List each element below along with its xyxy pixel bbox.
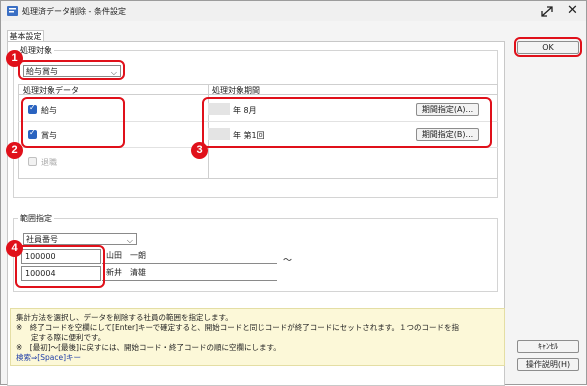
grid-header-data: 処理対象データ <box>23 86 79 95</box>
range-from-name-text: 山田 一朗 <box>106 251 146 260</box>
title-bar: 処理済データ削除 - 条件設定 ✕ <box>1 1 586 21</box>
range-select[interactable]: 社員番号 ⌵ <box>23 233 137 245</box>
retirement-label: 退職 <box>41 158 57 167</box>
help-search-hint: 検索⇒[Space]キー <box>16 353 81 362</box>
range-legend: 範囲指定 <box>18 213 54 224</box>
annotation-badge-4: 4 <box>6 240 23 257</box>
range-to-name: 新井 清雄 <box>102 266 277 281</box>
expand-icon[interactable] <box>535 2 559 22</box>
help-text-area: 集計方法を選択し、データを削除する社員の範囲を指定します。 ※ 終了コードを空欄… <box>10 308 505 366</box>
chevron-down-icon: ⌵ <box>126 236 133 245</box>
range-to-name-text: 新井 清雄 <box>106 268 146 277</box>
annotation-box-4 <box>15 245 105 288</box>
grid-header-period: 処理対象期間 <box>212 86 260 95</box>
close-icon[interactable]: ✕ <box>567 3 578 18</box>
annotation-box-3 <box>202 97 492 148</box>
dialog-window: 処理済データ削除 - 条件設定 ✕ 基本設定 処理対象 給与賞与 ⌵ 処理対象デ… <box>0 0 587 386</box>
range-tilde: ～ <box>283 256 293 266</box>
retirement-checkbox[interactable] <box>28 157 37 166</box>
operation-help-button[interactable]: 操作説明(H) <box>517 358 579 371</box>
annotation-badge-3: 3 <box>191 142 208 159</box>
range-select-value: 社員番号 <box>26 235 58 244</box>
annotation-badge-1: 1 <box>6 50 23 67</box>
app-icon <box>7 6 18 16</box>
target-legend: 処理対象 <box>18 45 54 56</box>
annotation-box-2 <box>21 97 125 148</box>
range-from-name: 山田 一朗 <box>102 249 277 264</box>
cancel-button[interactable]: ｷｬﾝｾﾙ <box>517 340 579 353</box>
window-title: 処理済データ削除 - 条件設定 <box>22 7 126 16</box>
annotation-badge-2: 2 <box>6 142 23 159</box>
annotation-box-ok <box>514 37 582 57</box>
annotation-box-1 <box>18 60 125 80</box>
